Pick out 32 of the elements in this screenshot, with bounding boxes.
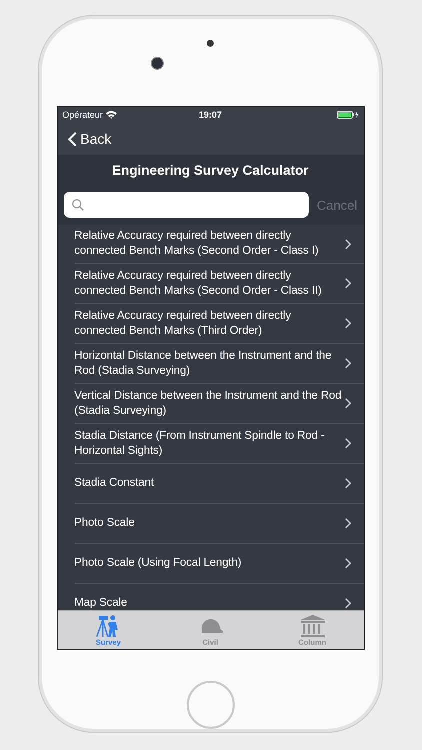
- wifi-icon: [106, 111, 118, 119]
- camera-icon: [151, 57, 164, 70]
- clock-time: 19:07: [198, 110, 222, 120]
- back-button[interactable]: Back: [58, 131, 122, 147]
- list-item[interactable]: Relative Accuracy required between directly connected Bench Marks (Second Order - Class I): [74, 225, 364, 264]
- column-building-icon: [298, 614, 326, 638]
- chevron-right-icon: [344, 598, 352, 609]
- chevron-right-icon: [344, 358, 352, 369]
- list-item[interactable]: Vertical Distance between the Instrument and the Rod (Stadia Surveying): [74, 384, 364, 424]
- chevron-right-icon: [344, 398, 352, 409]
- list-item[interactable]: Photo Scale (Using Focal Length): [74, 544, 364, 584]
- list-item[interactable]: Relative Accuracy required between directly connected Bench Marks (Third Order): [74, 304, 364, 344]
- battery-icon: [336, 111, 358, 119]
- sensor-icon: [207, 40, 214, 47]
- chevron-right-icon: [344, 278, 352, 289]
- list-item[interactable]: Horizontal Distance between the Instrument and the Rod (Stadia Surveying): [74, 344, 364, 384]
- chevron-right-icon: [344, 438, 352, 449]
- screen-title: Engineering Survey Calculator: [112, 162, 309, 178]
- chevron-right-icon: [344, 478, 352, 489]
- home-button[interactable]: [186, 681, 234, 729]
- list-item[interactable]: Photo Scale: [74, 504, 364, 544]
- list-item[interactable]: Relative Accuracy required between directly connected Bench Marks (Second Order - Class II): [74, 264, 364, 304]
- carrier-name: Opérateur: [62, 110, 104, 120]
- chevron-right-icon: [344, 558, 352, 569]
- search-field[interactable]: [64, 192, 310, 218]
- chevron-right-icon: [344, 238, 352, 250]
- list-item[interactable]: Stadia Distance (From Instrument Spindle to Rod - Horizontal Sights): [74, 424, 364, 464]
- list-item[interactable]: Stadia Constant: [74, 464, 364, 504]
- chevron-right-icon: [344, 318, 352, 329]
- search-icon: [72, 199, 84, 211]
- chevron-left-icon: [68, 132, 76, 146]
- chevron-right-icon: [344, 518, 352, 529]
